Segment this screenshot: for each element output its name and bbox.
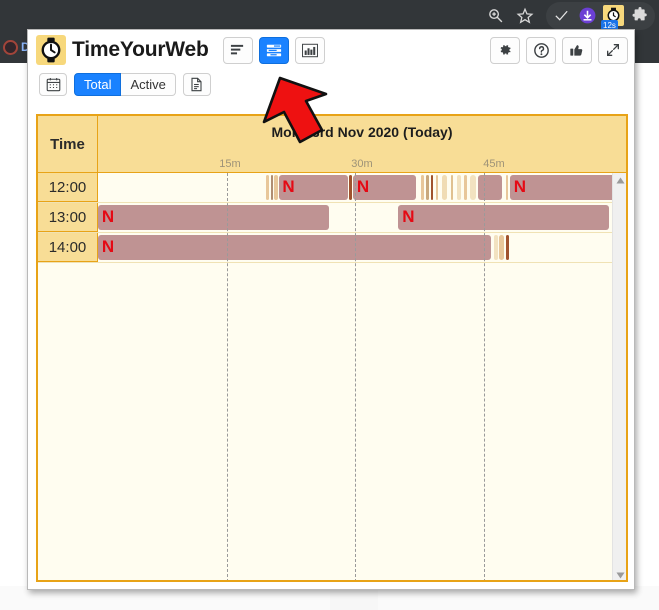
- browser-toolbar: 12s: [0, 0, 659, 31]
- usage-segment[interactable]: [442, 175, 447, 200]
- total-active-toggle: Total Active: [74, 72, 176, 96]
- usage-segment[interactable]: [450, 175, 454, 200]
- usage-segment[interactable]: [470, 175, 476, 200]
- scroll-down-arrow-icon[interactable]: [613, 568, 626, 580]
- behind-site-icon: [3, 39, 18, 55]
- netflix-favicon-icon: N: [513, 177, 526, 196]
- usage-segment[interactable]: [505, 175, 508, 200]
- tick-label: 45m: [483, 158, 505, 170]
- calendar-button[interactable]: [39, 72, 67, 96]
- row-track: N: [98, 233, 626, 262]
- usage-segment[interactable]: [266, 175, 270, 200]
- usage-segment[interactable]: [274, 175, 278, 200]
- checkmark-icon[interactable]: [548, 2, 574, 30]
- netflix-favicon-icon: N: [101, 207, 115, 226]
- tick-label: 30m: [351, 158, 373, 170]
- total-toggle-option[interactable]: Total: [74, 72, 122, 96]
- timeline-rows-area: 12:00 N N N 13:00 N N 14:00 N: [38, 173, 626, 580]
- day-header-title: Mon 23rd Nov 2020 (Today): [271, 124, 453, 140]
- usage-segment[interactable]: [430, 175, 434, 200]
- popup-header-actions: [490, 36, 628, 64]
- app-logo-watch-icon: [36, 35, 66, 65]
- usage-segment[interactable]: [349, 175, 352, 200]
- extensions-puzzle-icon[interactable]: [626, 2, 653, 30]
- popup-subbar: Total Active: [28, 70, 634, 98]
- timeyourweb-popup: TimeYourWeb Total Active Time Mon 23rd N…: [27, 29, 635, 590]
- popup-header: TimeYourWeb: [28, 30, 634, 70]
- usage-segment[interactable]: [494, 235, 498, 260]
- thumbs-up-button[interactable]: [562, 36, 592, 64]
- usage-segment[interactable]: [398, 205, 610, 230]
- view-mode-buttons: [222, 36, 325, 64]
- usage-segment[interactable]: [509, 175, 624, 200]
- bookmark-star-icon[interactable]: [510, 2, 540, 30]
- sort-list-view-button[interactable]: [222, 36, 253, 64]
- usage-segment[interactable]: [435, 175, 439, 200]
- browser-action-group: 12s: [546, 1, 655, 31]
- usage-segment[interactable]: [270, 175, 273, 200]
- app-title: TimeYourWeb: [72, 38, 209, 61]
- timeline-row: 14:00 N: [38, 233, 626, 263]
- timeline-scrollbar[interactable]: [612, 173, 626, 580]
- timeline-row: 13:00 N N: [38, 203, 626, 233]
- report-button[interactable]: [182, 72, 211, 96]
- usage-segment[interactable]: [98, 205, 330, 230]
- usage-segment[interactable]: [506, 235, 509, 260]
- usage-segment[interactable]: [421, 175, 424, 200]
- row-time-label: 14:00: [38, 233, 98, 262]
- timeline-row: 12:00 N N N: [38, 173, 626, 203]
- active-toggle-option[interactable]: Active: [121, 72, 176, 96]
- usage-segment[interactable]: [98, 235, 492, 260]
- help-button[interactable]: [526, 36, 556, 64]
- timeyourweb-extension-icon[interactable]: 12s: [600, 4, 626, 31]
- day-header: Mon 23rd Nov 2020 (Today) 15m 30m 45m: [98, 116, 626, 172]
- settings-button[interactable]: [490, 36, 520, 64]
- time-column-header: Time: [38, 116, 98, 172]
- netflix-favicon-icon: N: [356, 177, 370, 196]
- timeline-card: Time Mon 23rd Nov 2020 (Today) 15m 30m 45m…: [36, 114, 628, 582]
- expand-button[interactable]: [598, 36, 628, 64]
- usage-segment[interactable]: [499, 235, 505, 260]
- browser-toolbar-icons: 12s: [480, 0, 655, 31]
- row-track: NNN: [98, 173, 626, 202]
- usage-segment[interactable]: [478, 175, 503, 200]
- download-icon[interactable]: [574, 2, 600, 30]
- usage-segment[interactable]: [463, 175, 468, 200]
- bar-chart-view-button[interactable]: [294, 36, 325, 64]
- scroll-up-arrow-icon[interactable]: [613, 173, 626, 187]
- timeline-header: Time Mon 23rd Nov 2020 (Today) 15m 30m 45m: [38, 116, 626, 173]
- row-time-label: 12:00: [38, 173, 98, 202]
- timeline-view-button[interactable]: [258, 36, 289, 64]
- zoom-in-icon[interactable]: [480, 2, 510, 30]
- row-track: NN: [98, 203, 626, 232]
- row-time-label: 13:00: [38, 203, 98, 232]
- netflix-favicon-icon: N: [101, 237, 115, 256]
- netflix-favicon-icon: N: [402, 207, 415, 226]
- usage-segment[interactable]: [426, 175, 429, 200]
- netflix-favicon-icon: N: [282, 177, 295, 196]
- tick-label: 15m: [219, 158, 241, 170]
- usage-segment[interactable]: [456, 175, 461, 200]
